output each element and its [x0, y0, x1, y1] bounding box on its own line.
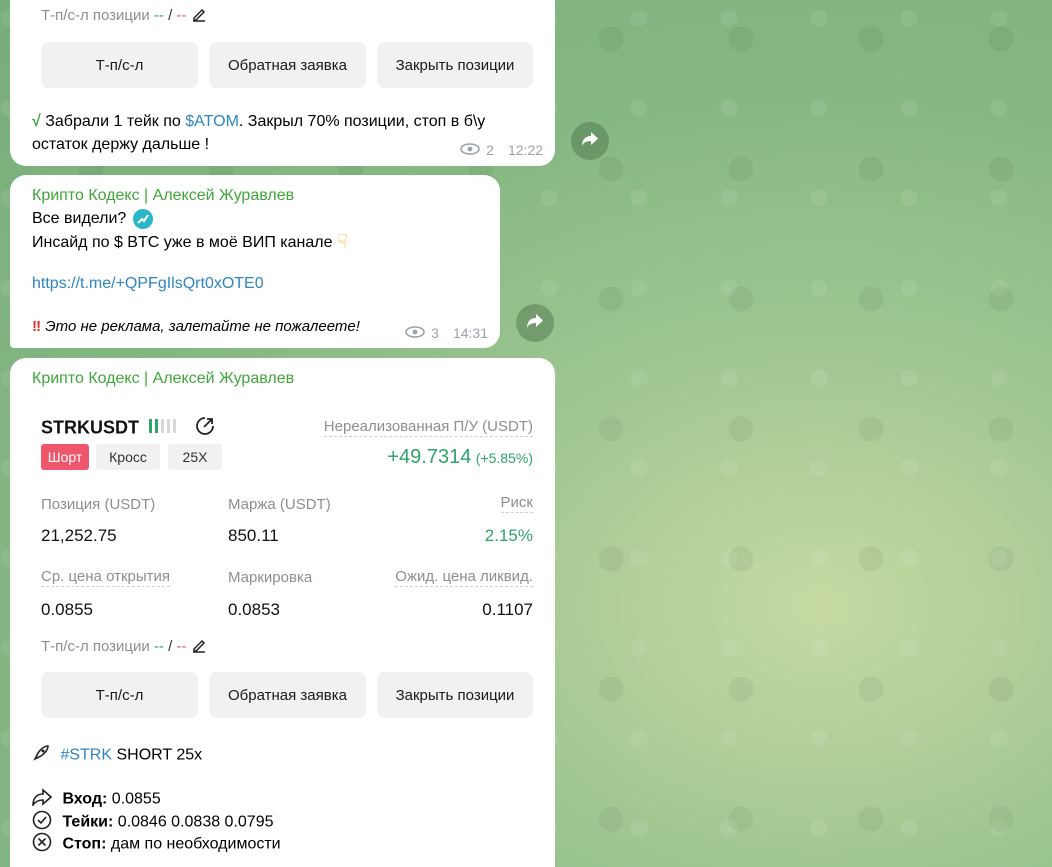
tpsl-positions-row: Т-п/с-л позиции -- / --: [41, 6, 207, 26]
liq-price-label: Ожид. цена ликвид.: [395, 568, 533, 587]
forward-button[interactable]: [516, 304, 554, 342]
risk-value: 2.15%: [484, 526, 533, 545]
invite-link[interactable]: https://t.me/+QPFgIlsQrt0xOTE0: [32, 275, 264, 293]
message-text-line2: остаток держу дальше !: [32, 136, 210, 153]
sender-name[interactable]: Крипто Кодекс | Алексей Журавлев: [32, 187, 294, 205]
entry-key: Вход:: [62, 790, 108, 808]
risk-label: Риск: [500, 494, 533, 513]
text-prefix: Забрали 1 тейк по: [45, 113, 186, 130]
message-meta: 3 14:31: [405, 325, 488, 341]
signal-title: #STRK SHORT 25x: [32, 744, 202, 767]
sl-value: --: [176, 6, 187, 24]
message-footer: ‼ Это не реклама, залетайте не пожалеете…: [32, 318, 360, 335]
edit-icon[interactable]: [191, 6, 207, 26]
position-label: Позиция (USDT): [41, 496, 156, 513]
mark-price-value: 0.0853: [228, 600, 280, 619]
reverse-order-button[interactable]: Обратная заявка: [209, 42, 366, 88]
margin-mode-tag: Кросс: [96, 444, 160, 470]
tp-value: --: [153, 6, 164, 24]
tpsl-button[interactable]: Т-п/с-л: [41, 672, 198, 718]
forward-arrow-icon: [581, 131, 599, 152]
stop-row: Стоп: дам по необходимости: [32, 832, 281, 857]
sender-name[interactable]: Крипто Кодекс | Алексей Журавлев: [32, 370, 294, 388]
risk-bars-icon: [148, 418, 177, 439]
symbol: STRKUSDT: [41, 417, 139, 438]
symbol-row: STRKUSDT: [41, 416, 215, 441]
side-tag: Шорт: [41, 444, 89, 470]
pnl-value-row: +49.7314 (+5.85%): [387, 446, 533, 469]
entry-row: Вход: 0.0855: [32, 788, 161, 811]
message-bubble: Т-п/с-л позиции -- / -- Т-п/с-л Обратная…: [10, 0, 555, 166]
rocket-icon: [32, 744, 50, 767]
views-count: 3: [431, 325, 439, 341]
double-exclamation-icon: ‼: [32, 318, 42, 335]
margin-value: 850.11: [228, 526, 279, 545]
leverage-tag: 25X: [168, 444, 222, 470]
x-circle-icon: [32, 832, 52, 857]
position-value: 21,252.75: [41, 526, 117, 545]
message-time: 14:31: [452, 325, 488, 341]
pnl-percent: (+5.85%): [475, 450, 533, 466]
edit-icon[interactable]: [191, 637, 207, 657]
margin-label: Маржа (USDT): [228, 496, 331, 513]
pnl-value: +49.7314: [387, 446, 472, 468]
line1-text: Все видели?: [32, 210, 127, 228]
arrow-forward-icon: [32, 788, 53, 811]
tpsl-separator: /: [168, 637, 173, 655]
sl-value: --: [176, 637, 187, 655]
reverse-order-button[interactable]: Обратная заявка: [209, 672, 366, 718]
tpsl-separator: /: [168, 6, 173, 24]
tpsl-positions-row: Т-п/с-л позиции -- / --: [41, 637, 207, 657]
ticker-link[interactable]: $ATOM: [185, 113, 239, 130]
footer-text: Это не реклама, залетайте не пожалеете!: [45, 318, 360, 335]
check-mark-icon: √: [32, 113, 41, 130]
takes-value: 0.0846 0.0838 0.0795: [113, 813, 274, 831]
message-line2: Инсайд по $ BTC уже в моё ВИП канале ☟: [32, 231, 348, 252]
takes-key: Тейки:: [62, 813, 114, 831]
hashtag-link[interactable]: #STRK: [60, 747, 112, 764]
stop-key: Стоп:: [62, 835, 107, 853]
chart-up-emoji-icon: [132, 209, 153, 229]
message-bubble: Крипто Кодекс | Алексей Журавлев STRKUSD…: [10, 358, 555, 867]
text-suffix: . Закрыл 70% позиции, стоп в б\у: [238, 113, 486, 130]
message-meta: 2 12:22: [460, 142, 543, 158]
stop-value: дам по необходимости: [106, 835, 281, 853]
entry-value: 0.0855: [107, 790, 161, 808]
tp-value: --: [153, 637, 164, 655]
close-positions-button[interactable]: Закрыть позиции: [377, 672, 533, 718]
views-eye-icon: [405, 325, 425, 341]
views-eye-icon: [460, 142, 480, 158]
line2-text: Инсайд по $ BTC уже в моё ВИП канале: [32, 234, 333, 251]
avg-entry-value: 0.0855: [41, 600, 93, 619]
share-icon[interactable]: [195, 416, 215, 441]
forward-arrow-icon: [526, 313, 544, 334]
avg-entry-label: Ср. цена открытия: [41, 568, 171, 587]
tpsl-label: Т-п/с-л позиции: [41, 637, 150, 655]
pnl-label: Нереализованная П/У (USDT): [323, 418, 533, 437]
mark-price-label: Маркировка: [228, 569, 313, 586]
forward-button[interactable]: [571, 122, 609, 160]
signal-direction: SHORT 25x: [112, 746, 203, 764]
liq-price-value: 0.1107: [482, 600, 533, 619]
tpsl-button[interactable]: Т-п/с-л: [41, 42, 198, 88]
close-positions-button[interactable]: Закрыть позиции: [377, 42, 533, 88]
message-time: 12:22: [507, 142, 543, 158]
message-bubble: Крипто Кодекс | Алексей Журавлев Все вид…: [10, 175, 500, 348]
views-count: 2: [486, 142, 494, 158]
message-text: √ Забрали 1 тейк по $ATOM. Закрыл 70% по…: [32, 113, 485, 131]
message-line1: Все видели?: [32, 209, 153, 229]
pointing-down-emoji-icon: ☟: [336, 231, 348, 251]
tpsl-label: Т-п/с-л позиции: [41, 6, 150, 24]
